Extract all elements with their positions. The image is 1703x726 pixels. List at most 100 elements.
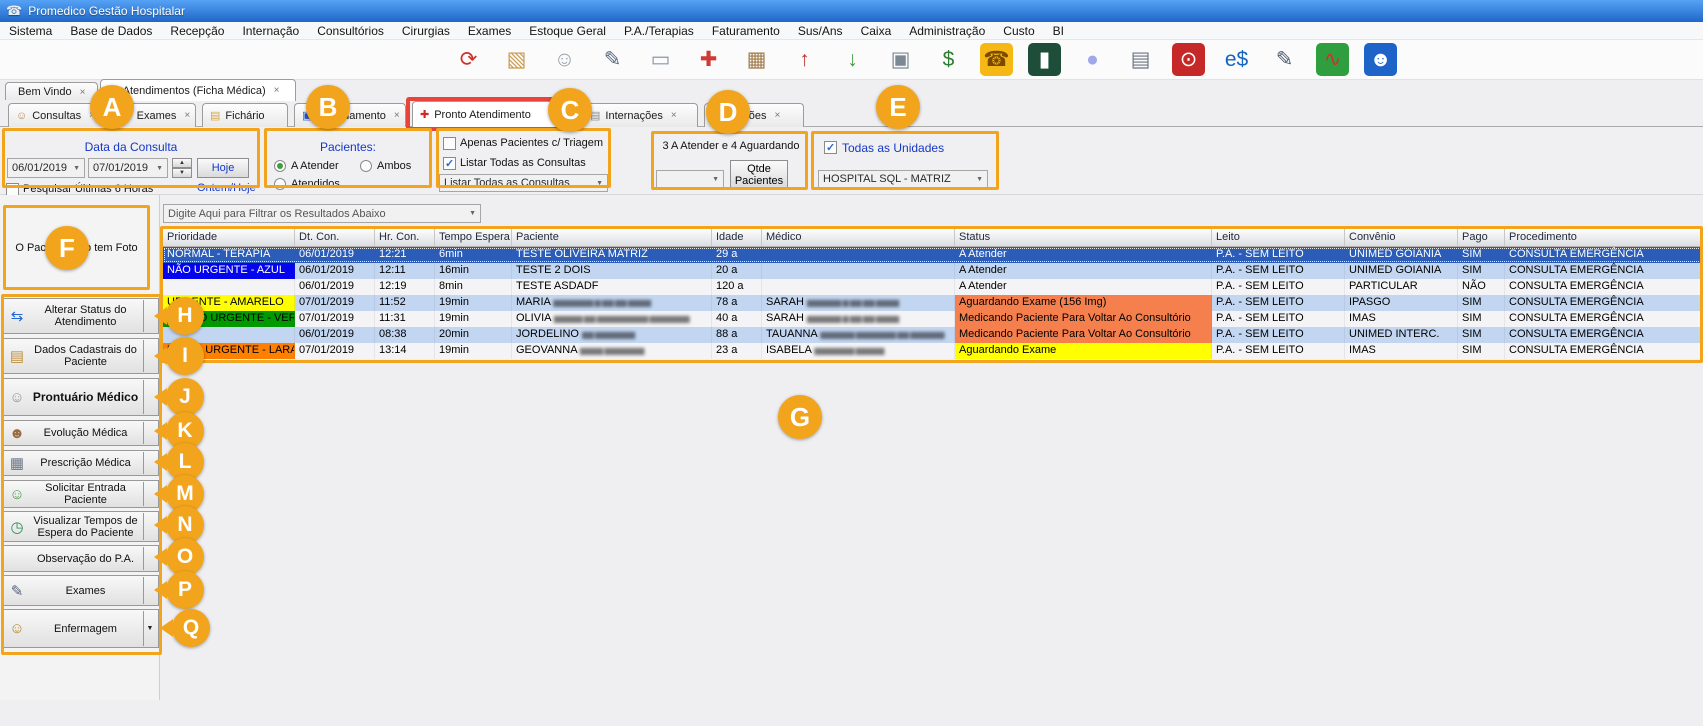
menu-item[interactable]: Base de Dados (61, 22, 161, 40)
patient-folder-icon[interactable]: ▧ (500, 43, 533, 76)
column-header[interactable]: Prioridade (163, 229, 295, 246)
money-down-icon[interactable]: ↓ (836, 43, 869, 76)
date-to-combobox[interactable]: 07/01/2019 (88, 158, 168, 178)
annotation-c: C (548, 88, 592, 132)
date-spinner-up[interactable]: ▲ (172, 158, 192, 168)
menu-item[interactable]: Faturamento (703, 22, 789, 40)
ambos-radio[interactable] (360, 160, 372, 172)
vitals-book-icon[interactable]: ∿ (1316, 43, 1349, 76)
exam-request-icon[interactable]: ✎ (1268, 43, 1301, 76)
atendidos-radio[interactable] (274, 178, 286, 190)
menu-item[interactable]: Estoque Geral (520, 22, 615, 40)
table-row[interactable]: 06/01/2019 12:19 8min TESTE ASDADF 120 a… (163, 279, 1702, 295)
chat-icon[interactable]: ● (1076, 43, 1109, 76)
apenas-triagem-label: Apenas Pacientes c/ Triagem (460, 137, 603, 149)
menu-item[interactable]: Recepção (161, 22, 233, 40)
status-filter-combobox[interactable] (656, 170, 724, 188)
sidebar-button-alterar-status[interactable]: ⇆ Alterar Status do Atendimento (3, 298, 159, 334)
e-billing-icon[interactable]: e$ (1220, 43, 1253, 76)
table-row[interactable]: MUITO URGENTE - LARANJA 07/01/2019 13:14… (163, 343, 1702, 359)
menu-item[interactable]: Consultórios (308, 22, 393, 40)
date-spinner-down[interactable]: ▼ (172, 168, 192, 178)
supplies-icon[interactable]: ▦ (740, 43, 773, 76)
column-header[interactable]: Paciente (512, 229, 712, 246)
medical-form-icon[interactable]: ✎ (596, 43, 629, 76)
date-from-combobox[interactable]: 06/01/2019 (7, 158, 85, 178)
tab-close-icon[interactable]: × (80, 87, 86, 98)
ambulance-icon[interactable]: ✚ (692, 43, 725, 76)
refresh-users-icon[interactable]: ⟳ (452, 43, 485, 76)
qtde-pacientes-button[interactable]: Qtde Pacientes (730, 160, 788, 190)
cell-medico: SARAH ▆▆▆▆▆▆ ▆ ▆▆ ▆▆ ▆▆▆▆ (762, 295, 955, 311)
column-header[interactable]: Hr. Con. (375, 229, 435, 246)
tab-close-icon[interactable]: × (184, 110, 190, 121)
ontem-hoje-link[interactable]: Ontem/Hoje (197, 182, 249, 194)
tab-fichario[interactable]: ▤ Fichário (202, 103, 288, 127)
hoje-button[interactable]: Hoje (197, 158, 249, 178)
sidebar-button-enfermagem[interactable]: ☺ Enfermagem ▼ (3, 609, 159, 648)
listar-todas-combobox[interactable]: Listar Todas as Consultas (439, 174, 608, 192)
sidebar-button-exames[interactable]: ✎ Exames (3, 575, 159, 606)
table-row[interactable]: 06/01/2019 08:38 20min JORDELINO ▆▆ ▆▆▆▆… (163, 327, 1702, 343)
column-header[interactable]: Status (955, 229, 1212, 246)
cell-prioridade: NÃO URGENTE - AZUL (163, 263, 295, 279)
menu-item[interactable]: Sus/Ans (789, 22, 852, 40)
menu-item[interactable]: P.A./Terapias (615, 22, 703, 40)
menu-item[interactable]: Internação (233, 22, 308, 40)
column-header[interactable]: Pago (1458, 229, 1505, 246)
menu-item[interactable]: Caixa (852, 22, 901, 40)
column-header[interactable]: Tempo Espera (435, 229, 512, 246)
safe-icon[interactable]: ▣ (884, 43, 917, 76)
column-header[interactable]: Médico (762, 229, 955, 246)
annotation-q: Q (172, 609, 210, 647)
tab-bem-vindo[interactable]: Bem Vindo × (5, 82, 98, 101)
sidebar-button-dados-cadastrais[interactable]: ▤ Dados Cadastrais do Paciente (3, 338, 159, 374)
phonebook-icon[interactable]: ☎ (980, 43, 1013, 76)
menu-item[interactable]: Cirurgias (393, 22, 459, 40)
listar-todas-checkbox[interactable] (443, 157, 456, 170)
column-header[interactable]: Convênio (1345, 229, 1458, 246)
power-icon[interactable]: ⊙ (1172, 43, 1205, 76)
sidebar-button-prescricao-medica[interactable]: ▦ Prescrição Médica (3, 450, 159, 476)
column-header[interactable]: Dt. Con. (295, 229, 375, 246)
invoice-icon[interactable]: ▤ (1124, 43, 1157, 76)
sidebar-button-prontuario-medico[interactable]: ☺ Prontuário Médico (3, 378, 159, 416)
cell-hr-con: 13:14 (375, 343, 435, 359)
menu-item[interactable]: BI (1044, 22, 1073, 40)
column-header[interactable]: Procedimento (1505, 229, 1702, 246)
results-filter-input[interactable]: Digite Aqui para Filtrar os Resultados A… (163, 204, 481, 223)
a-atender-radio[interactable] (274, 160, 286, 172)
sidebar-button-observacao-pa[interactable]: Observação do P.A. (3, 545, 159, 572)
sidebar-button-solicitar-entrada[interactable]: ☺ Solicitar Entrada Paciente (3, 480, 159, 508)
tab-close-icon[interactable]: × (274, 85, 280, 96)
patient-book-icon[interactable]: ☻ (1364, 43, 1397, 76)
doctor-icon[interactable]: ☺ (548, 43, 581, 76)
stock-up-icon[interactable]: ↑ (788, 43, 821, 76)
billing-calculator-icon[interactable]: $ (932, 43, 965, 76)
sidebar-button-label: Prontuário Médico (28, 391, 143, 403)
tab-close-icon[interactable]: × (671, 110, 677, 121)
dropdown-arrow-icon[interactable]: ▼ (143, 611, 156, 646)
tab-internacoes[interactable]: ▤ Internações × (582, 103, 698, 127)
sidebar-button-tempos-espera[interactable]: ◷ Visualizar Tempos de Espera do Pacient… (3, 511, 159, 542)
menu-item[interactable]: Sistema (0, 22, 61, 40)
ledger-book-icon[interactable]: ▮ (1028, 43, 1061, 76)
menu-item[interactable]: Administração (900, 22, 994, 40)
column-header[interactable]: Idade (712, 229, 762, 246)
tab-close-icon[interactable]: × (774, 110, 780, 121)
unidade-combobox[interactable]: HOSPITAL SQL - MATRIZ (818, 170, 988, 188)
hospital-bed-icon[interactable]: ▭ (644, 43, 677, 76)
table-row[interactable]: NORMAL - TERAPIA 06/01/2019 12:21 6min T… (163, 247, 1702, 263)
cell-pago: SIM (1458, 295, 1505, 311)
column-header[interactable]: Leito (1212, 229, 1345, 246)
sidebar-button-icon: ⇆ (6, 307, 28, 325)
todas-unidades-checkbox[interactable] (824, 141, 837, 154)
sidebar-button-evolucao-medica[interactable]: ☻ Evolução Médica (3, 420, 159, 446)
table-row[interactable]: URGENTE - AMARELO 07/01/2019 11:52 19min… (163, 295, 1702, 311)
menu-item[interactable]: Custo (994, 22, 1043, 40)
table-row[interactable]: NÃO URGENTE - AZUL 06/01/2019 12:11 16mi… (163, 263, 1702, 279)
apenas-triagem-checkbox[interactable] (443, 137, 456, 150)
menu-item[interactable]: Exames (459, 22, 520, 40)
table-row[interactable]: POUCO URGENTE - VERDE 07/01/2019 11:31 1… (163, 311, 1702, 327)
tab-close-icon[interactable]: × (394, 110, 400, 121)
